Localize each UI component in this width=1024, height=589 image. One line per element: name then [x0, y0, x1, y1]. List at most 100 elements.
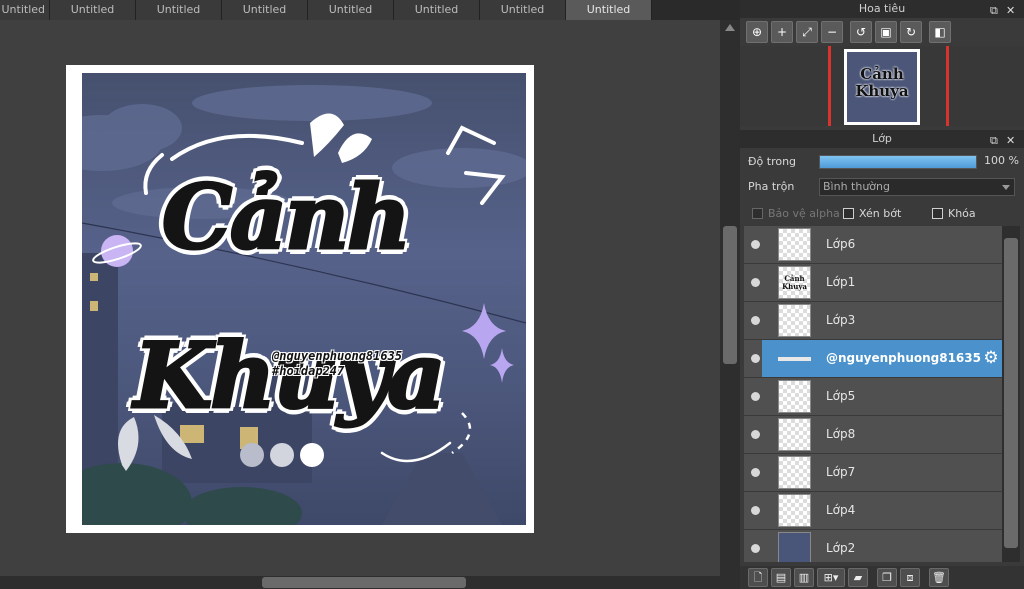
scrollbar-thumb[interactable]: [723, 226, 737, 364]
new-layer-icon[interactable]: 🗋: [748, 568, 768, 587]
opacity-slider[interactable]: [819, 155, 977, 169]
navigator-thumbnail[interactable]: Cảnh Khuya: [844, 49, 920, 125]
popout-icon[interactable]: ⧉: [990, 132, 998, 150]
canvas-area[interactable]: Cảnh Khuya @nguyenphuong81635 #hoidap247: [0, 20, 720, 576]
clipping-checkbox[interactable]: Xén bớt: [843, 206, 901, 220]
layer-row[interactable]: Lớp5: [744, 378, 1002, 415]
layer-name: Lớp1: [826, 275, 856, 289]
layer-name: Lớp3: [826, 313, 856, 327]
layer-name: Lớp8: [826, 427, 856, 441]
checkbox-box: [843, 207, 854, 219]
layer-thumbnail: [778, 494, 811, 527]
watermark-line1: @nguyenphuong81635: [272, 349, 403, 363]
sparkles: [462, 303, 514, 383]
layer-row[interactable]: Lớp4: [744, 492, 1002, 529]
visibility-eye-icon[interactable]: [751, 544, 760, 553]
layer-thumbnail: [778, 304, 811, 337]
watermark-line2: #hoidap247: [272, 364, 345, 378]
delete-layer-icon[interactable]: 🗑: [929, 568, 949, 587]
scroll-up-icon[interactable]: [725, 24, 735, 31]
layer-list-scrollbar[interactable]: [1002, 226, 1020, 562]
opacity-slider-fill: [820, 156, 976, 168]
visibility-eye-icon[interactable]: [751, 468, 760, 477]
layer-row[interactable]: Lớp7: [744, 454, 1002, 491]
duplicate-layer-icon[interactable]: ❐: [877, 568, 897, 587]
layer-row[interactable]: Lớp2: [744, 530, 1002, 562]
artwork-canvas[interactable]: Cảnh Khuya @nguyenphuong81635 #hoidap247: [66, 65, 534, 533]
close-icon[interactable]: ✕: [1006, 2, 1015, 20]
planet-sticker: [92, 235, 142, 267]
close-icon[interactable]: ✕: [1006, 132, 1015, 150]
visibility-eye-icon[interactable]: [751, 278, 760, 287]
protect-alpha-checkbox[interactable]: Bảo vệ alpha: [752, 206, 840, 220]
scrollbar-thumb[interactable]: [1004, 238, 1018, 548]
document-tab[interactable]: Untitled: [222, 0, 308, 20]
layer-thumbnail: Cảnh Khuya: [778, 266, 811, 299]
merge-layer-icon[interactable]: ⧈: [900, 568, 920, 587]
visibility-eye-icon[interactable]: [751, 240, 760, 249]
canvas-horizontal-scrollbar[interactable]: [0, 576, 740, 589]
clipping-label: Xén bớt: [859, 206, 902, 220]
lock-checkbox[interactable]: Khóa: [932, 206, 976, 220]
visibility-eye-icon[interactable]: [751, 354, 760, 363]
road: [382, 453, 502, 525]
layer-name: Lớp4: [826, 503, 856, 517]
gear-icon[interactable]: ⚙: [982, 349, 1000, 367]
lock-label: Khóa: [948, 206, 976, 220]
fit-screen-icon[interactable]: ▣: [875, 21, 897, 43]
opacity-label: Độ trong: [748, 155, 797, 168]
document-tab[interactable]: Untitled: [308, 0, 394, 20]
thumbnail-text-line2: Khuya: [855, 82, 909, 100]
layer-thumbnail: [778, 456, 811, 489]
layer-row[interactable]: Lớp3: [744, 302, 1002, 339]
visibility-eye-icon[interactable]: [751, 430, 760, 439]
flip-icon[interactable]: ◧: [929, 21, 951, 43]
document-tab[interactable]: Untitled: [480, 0, 566, 20]
zoom-out-icon[interactable]: −: [821, 21, 843, 43]
opacity-value: 100 %: [984, 154, 1019, 167]
layer-row-selected[interactable]: @nguyenphuong81635 ⚙: [744, 340, 1002, 377]
rotate-right-icon[interactable]: ↻: [900, 21, 922, 43]
layer-panel-title: Lớp: [872, 132, 892, 145]
layer-row[interactable]: Lớp8: [744, 416, 1002, 453]
layer-thumbnail: [778, 418, 811, 451]
zoom-icon[interactable]: ⊕: [746, 21, 768, 43]
navigator-preview[interactable]: Cảnh Khuya: [740, 46, 1024, 126]
new-layer-1bit-icon[interactable]: ▥: [794, 568, 814, 587]
layer-row[interactable]: Cảnh Khuya Lớp1: [744, 264, 1002, 301]
document-tab-active[interactable]: Untitled: [566, 0, 652, 20]
layer-thumbnail-text: Cảnh Khuya: [782, 274, 807, 291]
document-tab[interactable]: Untitled: [136, 0, 222, 20]
fit-icon[interactable]: ⤢: [796, 21, 818, 43]
layer-thumbnail: [778, 532, 811, 562]
layer-name: Lớp6: [826, 237, 856, 251]
document-tab[interactable]: Untitled: [394, 0, 480, 20]
rotate-left-icon[interactable]: ↺: [850, 21, 872, 43]
layer-thumbnail: [778, 380, 811, 413]
artwork-title-line1: Cảnh: [160, 164, 412, 271]
new-layer-8bit-icon[interactable]: ▤: [771, 568, 791, 587]
document-tab-bar: Untitled Untitled Untitled Untitled Unti…: [0, 0, 740, 20]
canvas-vertical-scrollbar[interactable]: [720, 20, 740, 576]
visibility-eye-icon[interactable]: [751, 392, 760, 401]
document-tab[interactable]: Untitled: [0, 0, 50, 20]
layer-list[interactable]: Lớp6 Cảnh Khuya Lớp1 Lớp3 @nguyenphuong8…: [744, 226, 1002, 562]
popout-icon[interactable]: ⧉: [990, 2, 998, 20]
chevron-down-icon: [1002, 185, 1010, 190]
visibility-eye-icon[interactable]: [751, 506, 760, 515]
navigator-header: Hoa tiêu ⧉ ✕: [740, 0, 1024, 18]
artwork-background: Cảnh Khuya @nguyenphuong81635 #hoidap247: [82, 73, 526, 525]
add-layer-dropdown-icon[interactable]: ⊞▾: [817, 568, 845, 587]
navigator-thumbnail-image: Cảnh Khuya: [847, 52, 917, 122]
checkbox-box: [752, 207, 763, 219]
checkbox-box: [932, 207, 943, 219]
blend-mode-select[interactable]: Bình thường: [819, 178, 1015, 196]
zoom-in-icon[interactable]: +: [771, 21, 793, 43]
view-guide-left: [828, 46, 831, 126]
visibility-eye-icon[interactable]: [751, 316, 760, 325]
folder-icon[interactable]: ▰: [848, 568, 868, 587]
blend-mode-value: Bình thường: [823, 180, 890, 193]
document-tab[interactable]: Untitled: [50, 0, 136, 20]
layer-row[interactable]: Lớp6: [744, 226, 1002, 263]
scrollbar-thumb[interactable]: [262, 577, 466, 588]
